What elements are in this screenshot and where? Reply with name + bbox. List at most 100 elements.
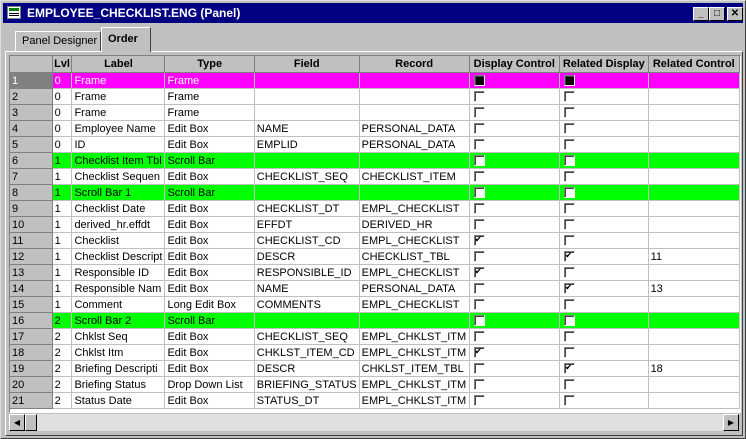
label-cell[interactable]: Checklist Descript [71,248,166,265]
label-cell[interactable]: Scroll Bar 1 [71,184,166,201]
type-cell[interactable]: Edit Box [164,232,255,249]
row-number[interactable]: 10 [10,216,53,233]
record-cell[interactable] [359,152,470,169]
row-number[interactable]: 1 [10,72,53,89]
display-control-checkbox[interactable] [473,91,485,103]
related-control-cell[interactable] [648,392,740,409]
record-cell[interactable]: PERSONAL_DATA [359,136,470,153]
display-control-checkbox[interactable] [473,266,485,279]
field-cell[interactable]: EFFDT [254,216,360,233]
related-display-checkbox[interactable] [563,362,575,375]
display-control-checkbox[interactable] [473,234,485,247]
lvl-cell[interactable]: 0 [52,104,73,121]
type-cell[interactable]: Frame [164,104,255,121]
column-header-rownum[interactable] [10,56,53,73]
label-cell[interactable]: ID [71,136,166,153]
column-header-display-control[interactable]: Display Control [469,56,560,73]
field-cell[interactable]: CHECKLIST_DT [254,200,360,217]
display-control-checkbox[interactable] [473,139,485,151]
related-control-cell[interactable] [648,312,740,329]
field-cell[interactable]: RESPONSIBLE_ID [254,264,360,281]
lvl-cell[interactable]: 1 [52,216,73,233]
label-cell[interactable]: Frame [71,104,166,121]
lvl-cell[interactable]: 2 [52,392,73,409]
record-cell[interactable]: EMPL_CHECKLIST [359,232,470,249]
field-cell[interactable]: DESCR [254,248,360,265]
lvl-cell[interactable]: 1 [52,248,73,265]
tab-order[interactable]: Order [101,27,151,52]
field-cell[interactable] [254,312,360,329]
table-row[interactable]: 8 1 Scroll Bar 1 Scroll Bar [10,184,740,201]
display-control-checkbox[interactable] [473,363,485,375]
display-control-checkbox[interactable] [473,395,485,407]
type-cell[interactable]: Edit Box [164,392,255,409]
display-control-checkbox[interactable] [473,155,485,167]
row-number[interactable]: 14 [10,280,53,297]
row-number[interactable]: 18 [10,344,53,361]
label-cell[interactable]: Checklist [71,232,166,249]
row-number[interactable]: 12 [10,248,53,265]
lvl-cell[interactable]: 1 [52,296,73,313]
row-number[interactable]: 19 [10,360,53,377]
column-header-lvl[interactable]: Lvl [52,56,73,73]
related-control-cell[interactable] [648,152,740,169]
row-number[interactable]: 4 [10,120,53,137]
type-cell[interactable]: Edit Box [164,360,255,377]
label-cell[interactable]: Chklst Seq [71,328,166,345]
label-cell[interactable]: Checklist Sequen [71,168,166,185]
display-control-checkbox[interactable] [473,171,485,183]
table-row[interactable]: 16 2 Scroll Bar 2 Scroll Bar [10,312,740,329]
table-row[interactable]: 20 2 Briefing Status Drop Down List BRIEFING… [10,376,740,393]
lvl-cell[interactable]: 2 [52,344,73,361]
related-display-checkbox[interactable] [563,299,575,311]
display-control-checkbox[interactable] [473,123,485,135]
table-row[interactable]: 18 2 Chklst Itm Edit Box CHKLST_ITEM_CD EMPL_… [10,344,740,361]
table-row[interactable]: 13 1 Responsible ID Edit Box RESPONSIBLE_ID E… [10,264,740,281]
column-header-related-display[interactable]: Related Display [559,56,649,73]
display-control-checkbox[interactable] [473,75,485,87]
related-display-checkbox[interactable] [563,123,575,135]
scroll-left-arrow-icon[interactable]: ◀ [9,414,25,431]
table-row[interactable]: 14 1 Responsible Nam Edit Box NAME PERSONAL_D… [10,280,740,297]
related-control-cell[interactable] [648,104,740,121]
record-cell[interactable]: CHKLST_ITEM_TBL [359,360,470,377]
record-cell[interactable]: EMPL_CHKLST_ITM [359,392,470,409]
record-cell[interactable] [359,72,470,89]
label-cell[interactable]: Employee Name [71,120,166,137]
lvl-cell[interactable]: 2 [52,376,73,393]
table-row[interactable]: 15 1 Comment Long Edit Box COMMENTS EMPL_CHEC… [10,296,740,313]
table-row[interactable]: 2 0 Frame Frame [10,88,740,105]
field-cell[interactable]: CHKLST_ITEM_CD [254,344,360,361]
related-display-checkbox[interactable] [563,379,575,391]
record-cell[interactable] [359,88,470,105]
scroll-thumb[interactable] [25,414,37,431]
type-cell[interactable]: Edit Box [164,280,255,297]
record-cell[interactable] [359,184,470,201]
table-row[interactable]: 9 1 Checklist Date Edit Box CHECKLIST_DT EMPL… [10,200,740,217]
record-cell[interactable]: EMPL_CHKLST_ITM [359,376,470,393]
field-cell[interactable]: CHECKLIST_CD [254,232,360,249]
row-number[interactable]: 15 [10,296,53,313]
related-display-checkbox[interactable] [563,395,575,407]
table-row[interactable]: 10 1 derived_hr.effdt Edit Box EFFDT DERIVED_… [10,216,740,233]
table-row[interactable]: 12 1 Checklist Descript Edit Box DESCR CHECKL… [10,248,740,265]
row-number[interactable]: 16 [10,312,53,329]
display-control-checkbox[interactable] [473,251,485,263]
related-display-checkbox[interactable] [563,203,575,215]
related-control-cell[interactable] [648,136,740,153]
type-cell[interactable]: Edit Box [164,328,255,345]
tab-panel-designer[interactable]: Panel Designer [15,31,101,51]
lvl-cell[interactable]: 0 [52,136,73,153]
table-row[interactable]: 17 2 Chklst Seq Edit Box CHECKLIST_SEQ EMPL_C… [10,328,740,345]
label-cell[interactable]: Briefing Status [71,376,166,393]
lvl-cell[interactable]: 1 [52,264,73,281]
related-control-cell[interactable] [648,88,740,105]
display-control-checkbox[interactable] [473,203,485,215]
record-cell[interactable]: EMPL_CHECKLIST [359,200,470,217]
type-cell[interactable]: Edit Box [164,136,255,153]
row-number[interactable]: 13 [10,264,53,281]
related-control-cell[interactable] [648,296,740,313]
record-cell[interactable] [359,312,470,329]
related-control-cell[interactable] [648,232,740,249]
related-display-checkbox[interactable] [563,75,575,87]
